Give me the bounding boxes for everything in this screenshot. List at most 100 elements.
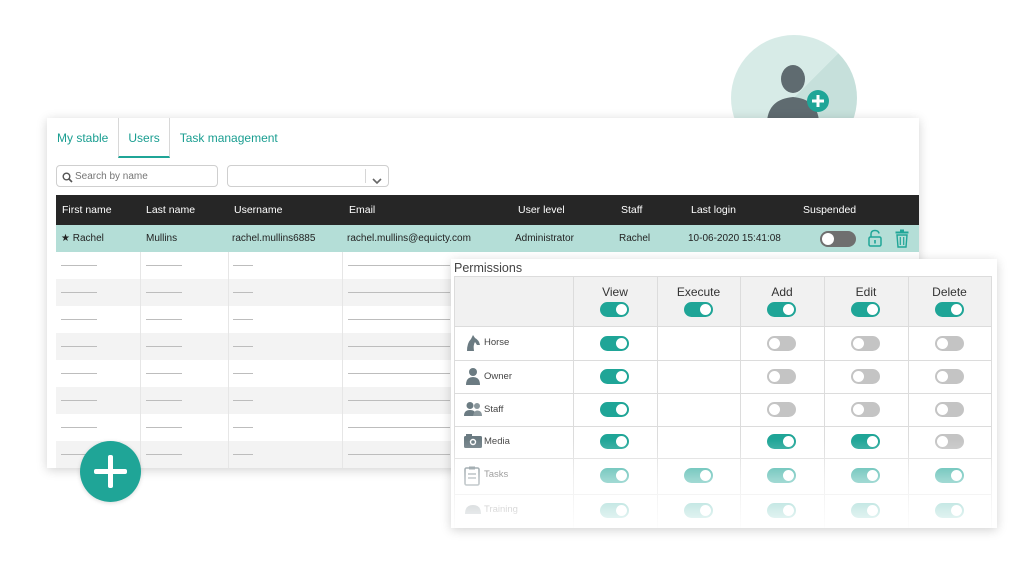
header-last-name[interactable]: Last name	[146, 204, 195, 216]
row-label-training: Training	[484, 504, 518, 515]
header-staff[interactable]: Staff	[621, 204, 642, 216]
toggle-tasks-add[interactable]	[767, 468, 796, 483]
unlock-icon[interactable]	[867, 229, 883, 253]
toggle-edit-all[interactable]	[851, 302, 880, 317]
toggle-staff-edit[interactable]	[851, 402, 880, 417]
dropdown-divider	[365, 169, 366, 183]
column-separator	[140, 279, 141, 306]
grid-line	[454, 426, 992, 427]
header-suspended[interactable]: Suspended	[803, 204, 856, 216]
horse-icon	[464, 334, 482, 357]
placeholder-line	[348, 346, 450, 347]
header-user-level[interactable]: User level	[518, 204, 565, 216]
grid-line	[454, 494, 992, 495]
trash-icon[interactable]	[894, 229, 910, 253]
toggle-horse-view[interactable]	[600, 336, 629, 351]
toggle-owner-view[interactable]	[600, 369, 629, 384]
toggle-training-edit[interactable]	[851, 503, 880, 518]
tab-task-management[interactable]: Task management	[170, 118, 288, 158]
search-input[interactable]	[75, 168, 213, 185]
column-separator	[342, 387, 343, 414]
toggle-owner-delete[interactable]	[935, 369, 964, 384]
column-separator	[342, 360, 343, 387]
placeholder-line	[348, 454, 450, 455]
toggle-staff-add[interactable]	[767, 402, 796, 417]
toggle-training-add[interactable]	[767, 503, 796, 518]
toggle-tasks-execute[interactable]	[684, 468, 713, 483]
toggle-horse-add[interactable]	[767, 336, 796, 351]
header-last-login[interactable]: Last login	[691, 204, 736, 216]
placeholder-line	[233, 427, 253, 428]
placeholder-line	[146, 292, 182, 293]
cell-email: rachel.mullins@equicty.com	[347, 233, 471, 244]
column-separator	[228, 414, 229, 441]
toggle-media-view[interactable]	[600, 434, 629, 449]
toggle-horse-delete[interactable]	[935, 336, 964, 351]
toggle-tasks-view[interactable]	[600, 468, 629, 483]
placeholder-line	[348, 427, 450, 428]
permissions-header-row	[454, 276, 992, 326]
toggle-add-all[interactable]	[767, 302, 796, 317]
column-separator	[140, 360, 141, 387]
column-separator	[228, 279, 229, 306]
toggle-delete-all[interactable]	[935, 302, 964, 317]
toggle-media-add[interactable]	[767, 434, 796, 449]
grid-line	[824, 276, 825, 528]
toggle-tasks-edit[interactable]	[851, 468, 880, 483]
suspended-toggle[interactable]	[820, 231, 856, 247]
grid-line	[908, 276, 909, 528]
column-separator	[342, 306, 343, 333]
header-username[interactable]: Username	[234, 204, 282, 216]
grid-line	[740, 276, 741, 528]
grid-line	[454, 276, 992, 277]
table-row-selected[interactable]: ★ Rachel Mullins rachel.mullins6885 rach…	[56, 225, 919, 252]
training-icon	[464, 502, 482, 520]
row-label-horse: Horse	[484, 337, 510, 348]
chevron-down-icon	[372, 172, 382, 190]
toggle-media-delete[interactable]	[935, 434, 964, 449]
cell-user-level: Administrator	[515, 233, 574, 244]
cell-staff: Rachel	[619, 233, 651, 244]
toggle-horse-edit[interactable]	[851, 336, 880, 351]
row-label-owner: Owner	[484, 371, 512, 382]
placeholder-line	[233, 400, 253, 401]
placeholder-line	[61, 292, 97, 293]
placeholder-line	[348, 319, 450, 320]
grid-line	[991, 276, 992, 528]
placeholder-line	[233, 346, 253, 347]
media-icon	[463, 433, 483, 454]
column-view: View	[602, 285, 628, 299]
toggle-staff-view[interactable]	[600, 402, 629, 417]
column-separator	[228, 252, 229, 279]
tab-my-stable[interactable]: My stable	[47, 118, 118, 158]
tab-users[interactable]: Users	[118, 118, 170, 158]
grid-line	[454, 276, 455, 528]
toggle-owner-edit[interactable]	[851, 369, 880, 384]
toggle-execute-all[interactable]	[684, 302, 713, 317]
toggle-view-all[interactable]	[600, 302, 629, 317]
toggle-owner-add[interactable]	[767, 369, 796, 384]
placeholder-line	[61, 346, 97, 347]
user-filter-dropdown[interactable]	[227, 165, 389, 187]
add-user-button[interactable]	[80, 441, 141, 502]
toggle-media-edit[interactable]	[851, 434, 880, 449]
column-separator	[228, 306, 229, 333]
toggle-training-execute[interactable]	[684, 503, 713, 518]
placeholder-line	[233, 319, 253, 320]
column-separator	[228, 387, 229, 414]
column-separator	[342, 252, 343, 279]
column-separator	[228, 441, 229, 468]
row-label-staff: Staff	[484, 404, 504, 415]
placeholder-line	[233, 373, 253, 374]
grid-line	[454, 326, 992, 327]
toggle-tasks-delete[interactable]	[935, 468, 964, 483]
column-separator	[342, 414, 343, 441]
column-separator	[140, 306, 141, 333]
placeholder-line	[146, 427, 182, 428]
toggle-staff-delete[interactable]	[935, 402, 964, 417]
toggle-training-view[interactable]	[600, 503, 629, 518]
header-first-name[interactable]: First name	[62, 204, 112, 216]
toggle-training-delete[interactable]	[935, 503, 964, 518]
header-email[interactable]: Email	[349, 204, 375, 216]
placeholder-line	[61, 373, 97, 374]
